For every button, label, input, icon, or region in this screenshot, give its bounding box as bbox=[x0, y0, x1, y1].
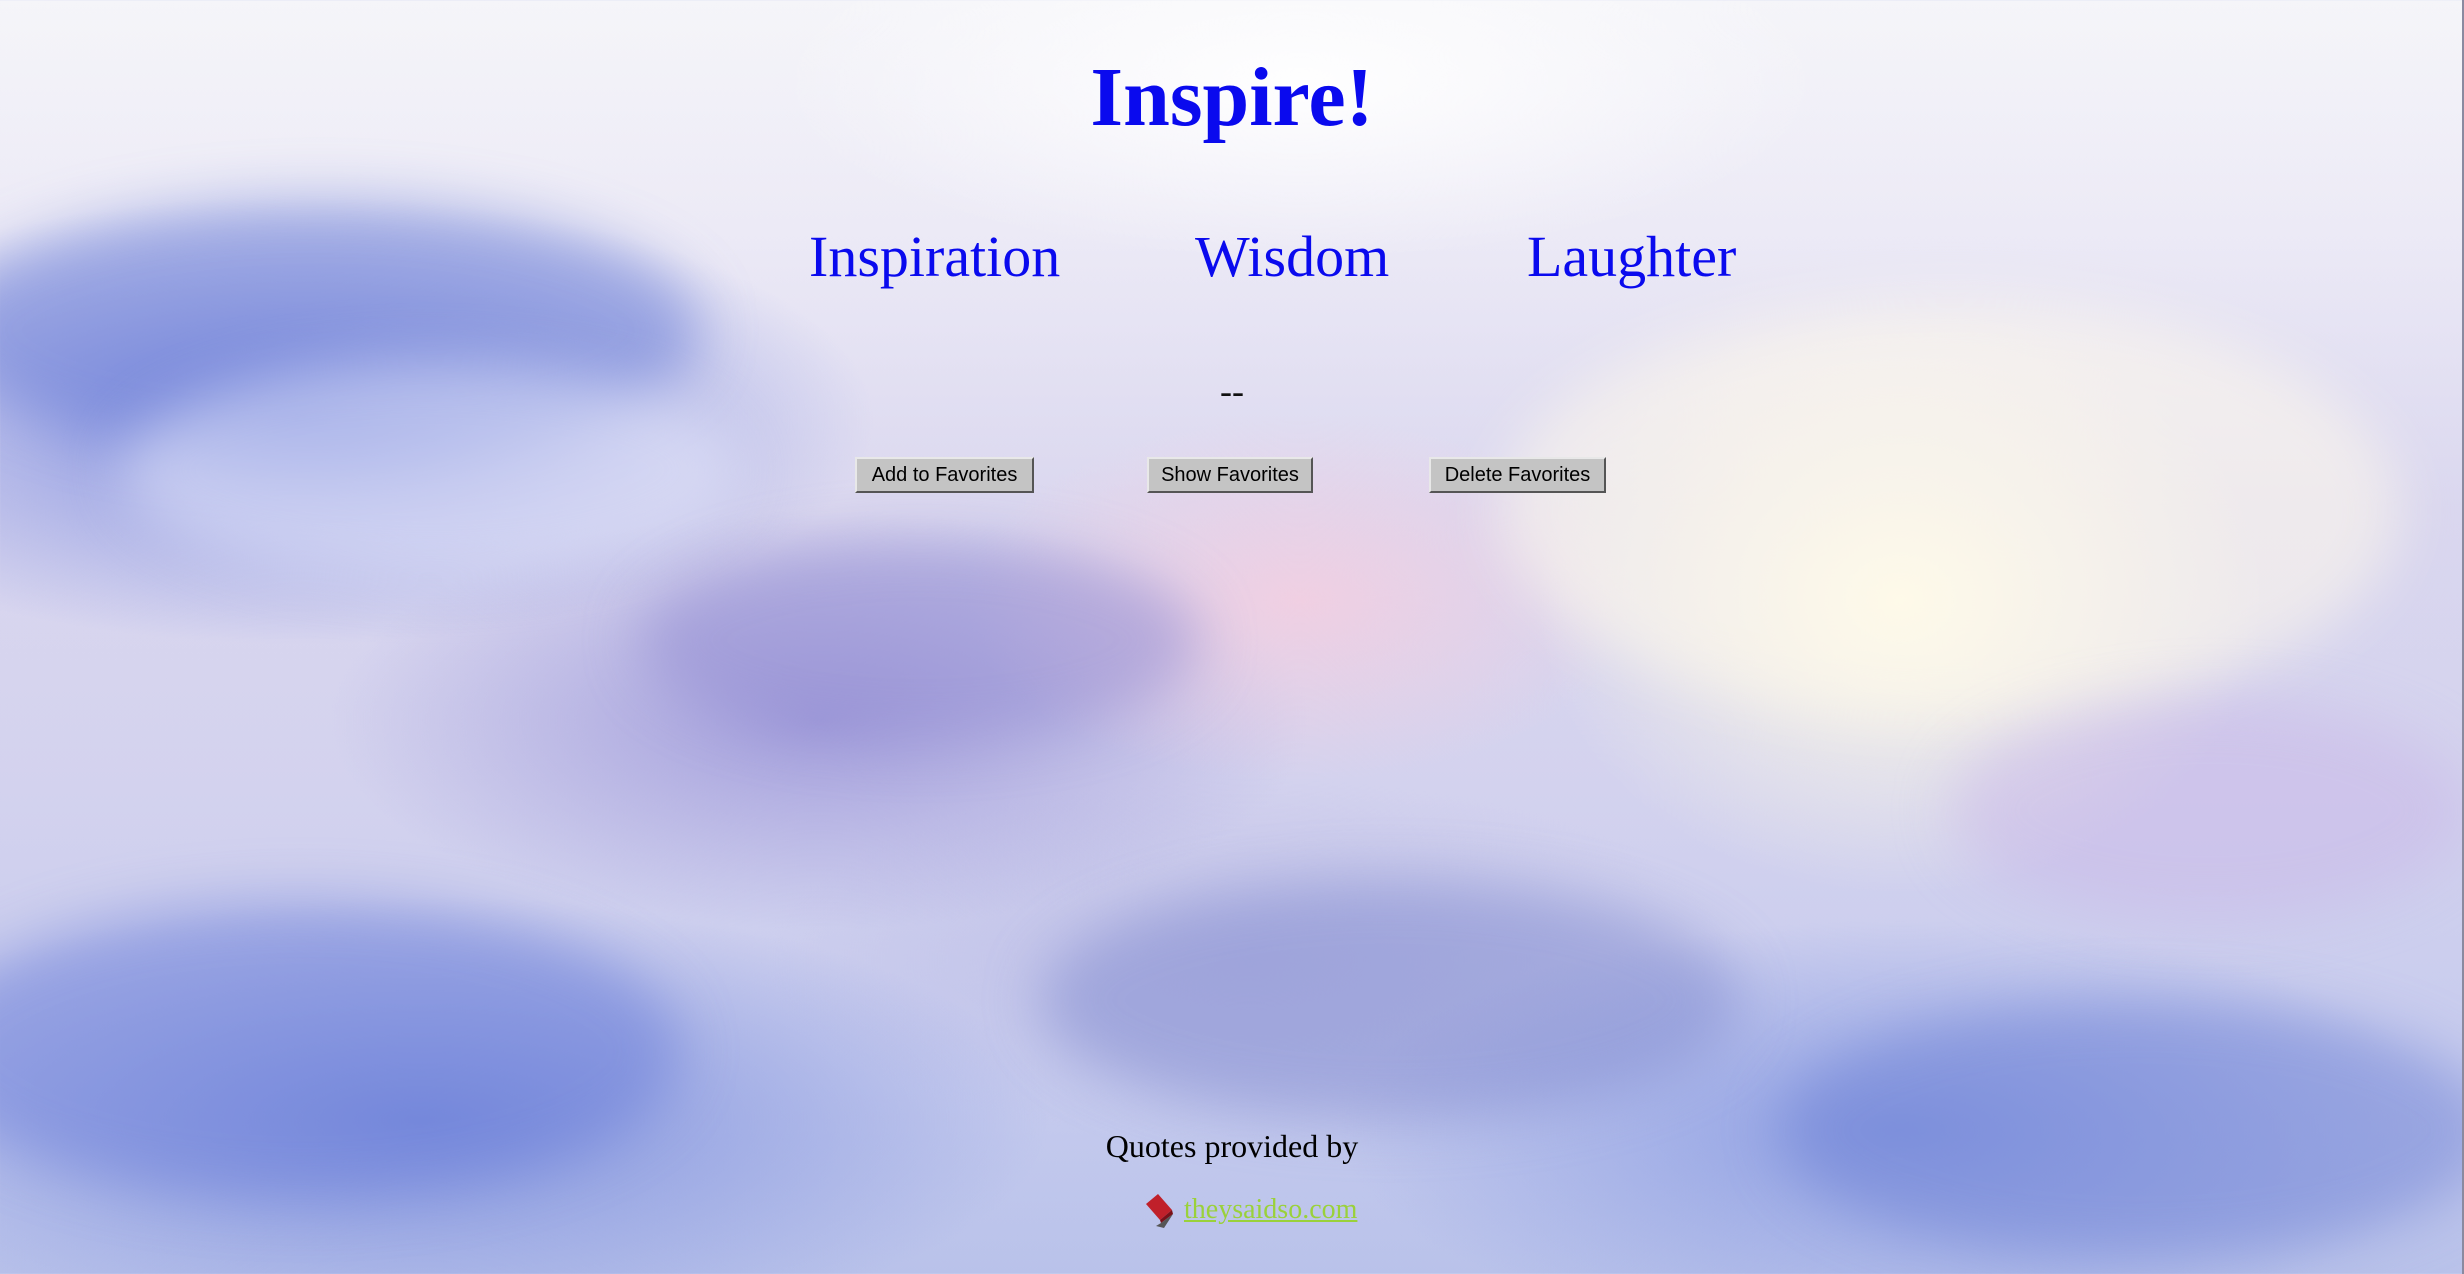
show-favorites-button[interactable]: Show Favorites bbox=[1147, 457, 1313, 493]
quote-book-icon[interactable] bbox=[1142, 1190, 1176, 1230]
credit-row: theysaidso.com bbox=[1142, 1190, 1357, 1230]
cloud-bg-3 bbox=[640, 540, 1200, 740]
add-to-favorites-button[interactable]: Add to Favorites bbox=[855, 457, 1034, 493]
category-wisdom[interactable]: Wisdom bbox=[1195, 225, 1389, 289]
quote-text: -- bbox=[1220, 371, 1244, 411]
page-title: Inspire! bbox=[1090, 51, 1374, 144]
theysaidso-link[interactable]: theysaidso.com bbox=[1184, 1194, 1357, 1226]
quotes-provided-label: Quotes provided by bbox=[1105, 1128, 1359, 1164]
cloud-bg-5 bbox=[1040, 880, 1740, 1120]
delete-favorites-button[interactable]: Delete Favorites bbox=[1429, 457, 1606, 493]
category-laughter[interactable]: Laughter bbox=[1527, 225, 1736, 289]
cloud-bg-4 bbox=[1500, 300, 2400, 720]
cloud-bg-8 bbox=[1950, 700, 2464, 920]
cloud-bg-1 bbox=[0, 200, 700, 460]
category-inspiration[interactable]: Inspiration bbox=[809, 225, 1060, 289]
